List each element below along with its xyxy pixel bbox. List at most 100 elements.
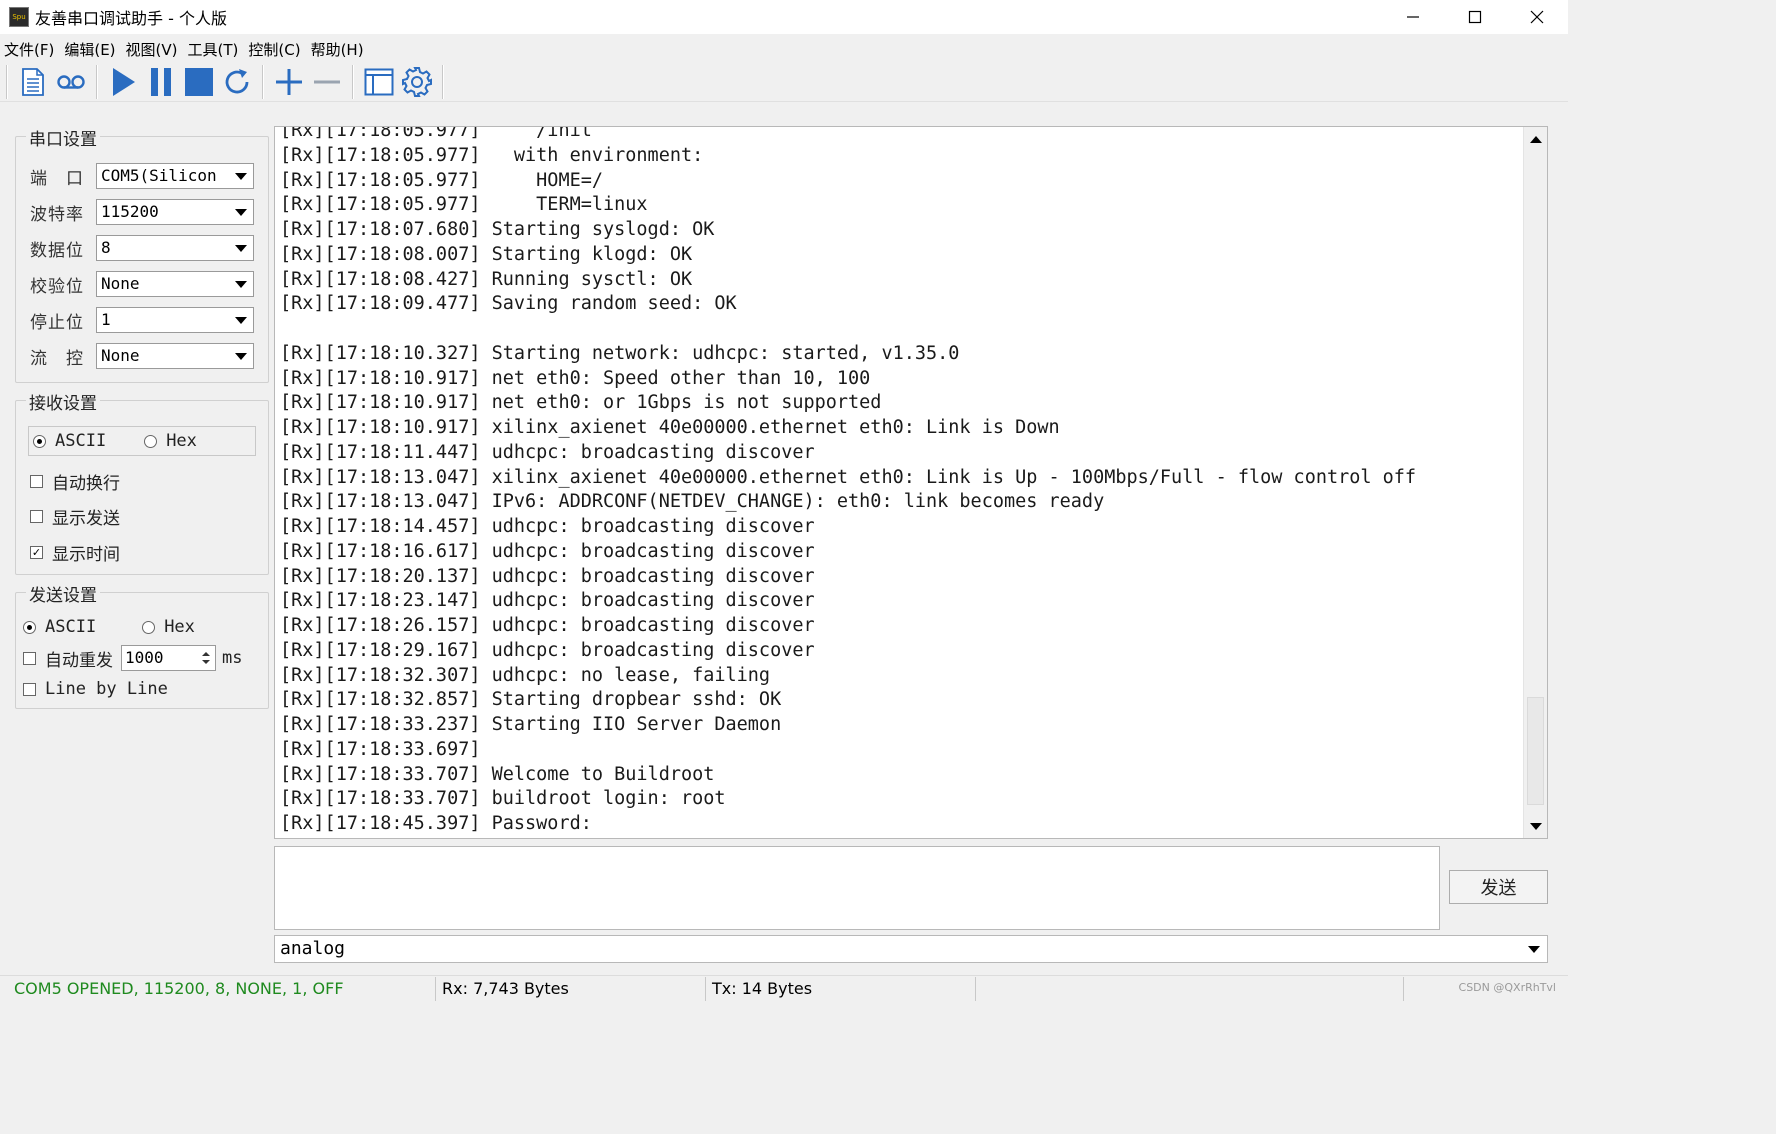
settings-button[interactable] bbox=[398, 64, 436, 100]
window-title: 友善串口调试助手 - 个人版 bbox=[35, 9, 227, 28]
start-button[interactable] bbox=[104, 64, 142, 100]
scroll-down-button[interactable] bbox=[1526, 816, 1546, 836]
log-line: [Rx][17:18:10.327] Starting network: udh… bbox=[280, 342, 960, 364]
auto-wrap-option[interactable]: 自动换行 bbox=[30, 469, 120, 494]
parity-value: None bbox=[101, 274, 140, 293]
receive-log[interactable]: [Rx][17:18:05.977] /init [Rx][17:18:05.97… bbox=[274, 126, 1548, 839]
flow-control-label: 流 控 bbox=[30, 348, 84, 369]
log-line: [Rx][17:18:09.477] Saving random seed: O… bbox=[280, 293, 737, 315]
log-line: [Rx][17:18:11.447] udhcpc: broadcasting … bbox=[280, 441, 815, 463]
chevron-down-icon bbox=[231, 274, 251, 294]
gear-icon bbox=[402, 66, 432, 97]
pause-icon bbox=[151, 67, 171, 96]
stop-bits-label: 停止位 bbox=[30, 312, 84, 333]
record-button[interactable] bbox=[52, 64, 90, 100]
baud-rate-row: 波特率 115200 bbox=[30, 199, 254, 225]
toolbar-grip bbox=[6, 64, 8, 99]
toolbar-separator bbox=[262, 64, 264, 99]
pause-button[interactable] bbox=[142, 64, 180, 100]
send-button[interactable]: 发送 bbox=[1449, 870, 1548, 904]
maximize-icon bbox=[1468, 10, 1482, 24]
show-time-checkbox[interactable]: ✓ bbox=[30, 546, 43, 559]
scrollbar-thumb[interactable] bbox=[1527, 697, 1544, 805]
add-button[interactable] bbox=[270, 64, 308, 100]
title-bar: Spu 友善串口调试助手 - 个人版 bbox=[0, 0, 1568, 34]
data-bits-select[interactable]: 8 bbox=[96, 235, 254, 261]
stop-icon bbox=[185, 67, 213, 96]
auto-wrap-label: 自动换行 bbox=[52, 474, 120, 494]
receive-settings-title: 接收设置 bbox=[26, 389, 100, 414]
flow-control-value: None bbox=[101, 346, 140, 365]
log-line: [Rx][17:18:32.307] udhcpc: no lease, fai… bbox=[280, 664, 771, 686]
port-select[interactable]: COM5(Silicon bbox=[96, 163, 254, 189]
send-input[interactable] bbox=[274, 846, 1440, 930]
port-label: 端 口 bbox=[30, 168, 84, 189]
stop-bits-value: 1 bbox=[101, 310, 111, 329]
spinner-icon[interactable] bbox=[199, 648, 213, 668]
log-scrollbar[interactable] bbox=[1523, 127, 1547, 838]
parity-select[interactable]: None bbox=[96, 271, 254, 297]
remove-button[interactable] bbox=[308, 64, 346, 100]
add-icon bbox=[276, 68, 302, 95]
close-button[interactable] bbox=[1506, 0, 1568, 34]
new-document-button[interactable] bbox=[14, 64, 52, 100]
receive-ascii-label: ASCII bbox=[55, 431, 107, 451]
receive-ascii-radio[interactable] bbox=[33, 434, 46, 448]
maximize-button[interactable] bbox=[1444, 0, 1506, 34]
remove-icon bbox=[314, 80, 340, 83]
log-line: [Rx][17:18:10.917] net eth0: or 1Gbps is… bbox=[280, 392, 882, 414]
chevron-down-icon bbox=[1524, 939, 1544, 959]
log-line: [Rx][17:18:33.237] Starting IIO Server D… bbox=[280, 714, 782, 735]
show-send-checkbox[interactable] bbox=[30, 510, 43, 523]
interval-stepper[interactable]: 1000 bbox=[121, 645, 216, 671]
line-by-line-label: Line by Line bbox=[45, 679, 168, 699]
data-bits-row: 数据位 8 bbox=[30, 235, 254, 261]
status-bar: COM5 OPENED, 115200, 8, NONE, 1, OFF Rx:… bbox=[0, 975, 1568, 1001]
window-button[interactable] bbox=[360, 64, 398, 100]
baud-rate-select[interactable]: 115200 bbox=[96, 199, 254, 225]
document-icon bbox=[22, 67, 44, 96]
menu-help[interactable]: 帮助(H) bbox=[306, 39, 369, 60]
menu-view[interactable]: 视图(V) bbox=[121, 39, 183, 60]
rx-count: Rx: 7,743 Bytes bbox=[436, 976, 706, 1001]
show-send-option[interactable]: 显示发送 bbox=[30, 504, 120, 529]
status-empty-cell bbox=[976, 976, 1404, 1001]
recording-icon bbox=[57, 74, 85, 89]
chevron-down-icon bbox=[231, 238, 251, 258]
menu-bar: 文件(F) 编辑(E) 视图(V) 工具(T) 控制(C) 帮助(H) bbox=[0, 36, 1568, 62]
app-icon: Spu bbox=[9, 7, 29, 27]
log-line: [Rx][17:18:08.007] Starting klogd: OK bbox=[280, 243, 693, 265]
line-by-line-checkbox[interactable] bbox=[23, 682, 36, 696]
minimize-button[interactable] bbox=[1382, 0, 1444, 34]
chevron-down-icon bbox=[231, 346, 251, 366]
receive-hex-radio[interactable] bbox=[144, 434, 158, 448]
send-hex-radio[interactable] bbox=[142, 620, 156, 634]
receive-hex-label: Hex bbox=[166, 431, 197, 451]
log-line: [Rx][17:18:14.457] udhcpc: broadcasting … bbox=[280, 516, 815, 537]
show-time-option[interactable]: ✓ 显示时间 bbox=[30, 540, 120, 565]
stop-button[interactable] bbox=[180, 64, 218, 100]
menu-control[interactable]: 控制(C) bbox=[243, 39, 305, 60]
send-history-select[interactable]: analog bbox=[274, 935, 1548, 963]
auto-resend-checkbox[interactable] bbox=[23, 651, 36, 665]
log-line: [Rx][17:18:05.977] TERM=linux bbox=[280, 194, 648, 216]
chevron-down-icon bbox=[1530, 822, 1542, 830]
line-by-line-row: Line by Line bbox=[23, 679, 168, 699]
log-line: [Rx][17:18:05.977] with environment: bbox=[280, 144, 704, 166]
flow-control-select[interactable]: None bbox=[96, 343, 254, 369]
chevron-down-icon bbox=[231, 310, 251, 330]
refresh-button[interactable] bbox=[218, 64, 256, 100]
data-bits-value: 8 bbox=[101, 238, 111, 257]
menu-file[interactable]: 文件(F) bbox=[0, 39, 59, 60]
scroll-up-button[interactable] bbox=[1526, 129, 1546, 149]
chevron-down-icon bbox=[231, 202, 251, 222]
send-ascii-radio[interactable] bbox=[23, 620, 36, 634]
log-line: [Rx][17:18:16.617] udhcpc: broadcasting … bbox=[280, 540, 815, 562]
menu-tools[interactable]: 工具(T) bbox=[183, 39, 244, 60]
data-bits-label: 数据位 bbox=[30, 240, 84, 261]
auto-wrap-checkbox[interactable] bbox=[30, 475, 43, 488]
menu-edit[interactable]: 编辑(E) bbox=[59, 39, 120, 60]
window-icon bbox=[364, 68, 394, 95]
log-lines: [Rx][17:18:05.977] /init [Rx][17:18:05.97… bbox=[280, 127, 1520, 837]
stop-bits-select[interactable]: 1 bbox=[96, 307, 254, 333]
